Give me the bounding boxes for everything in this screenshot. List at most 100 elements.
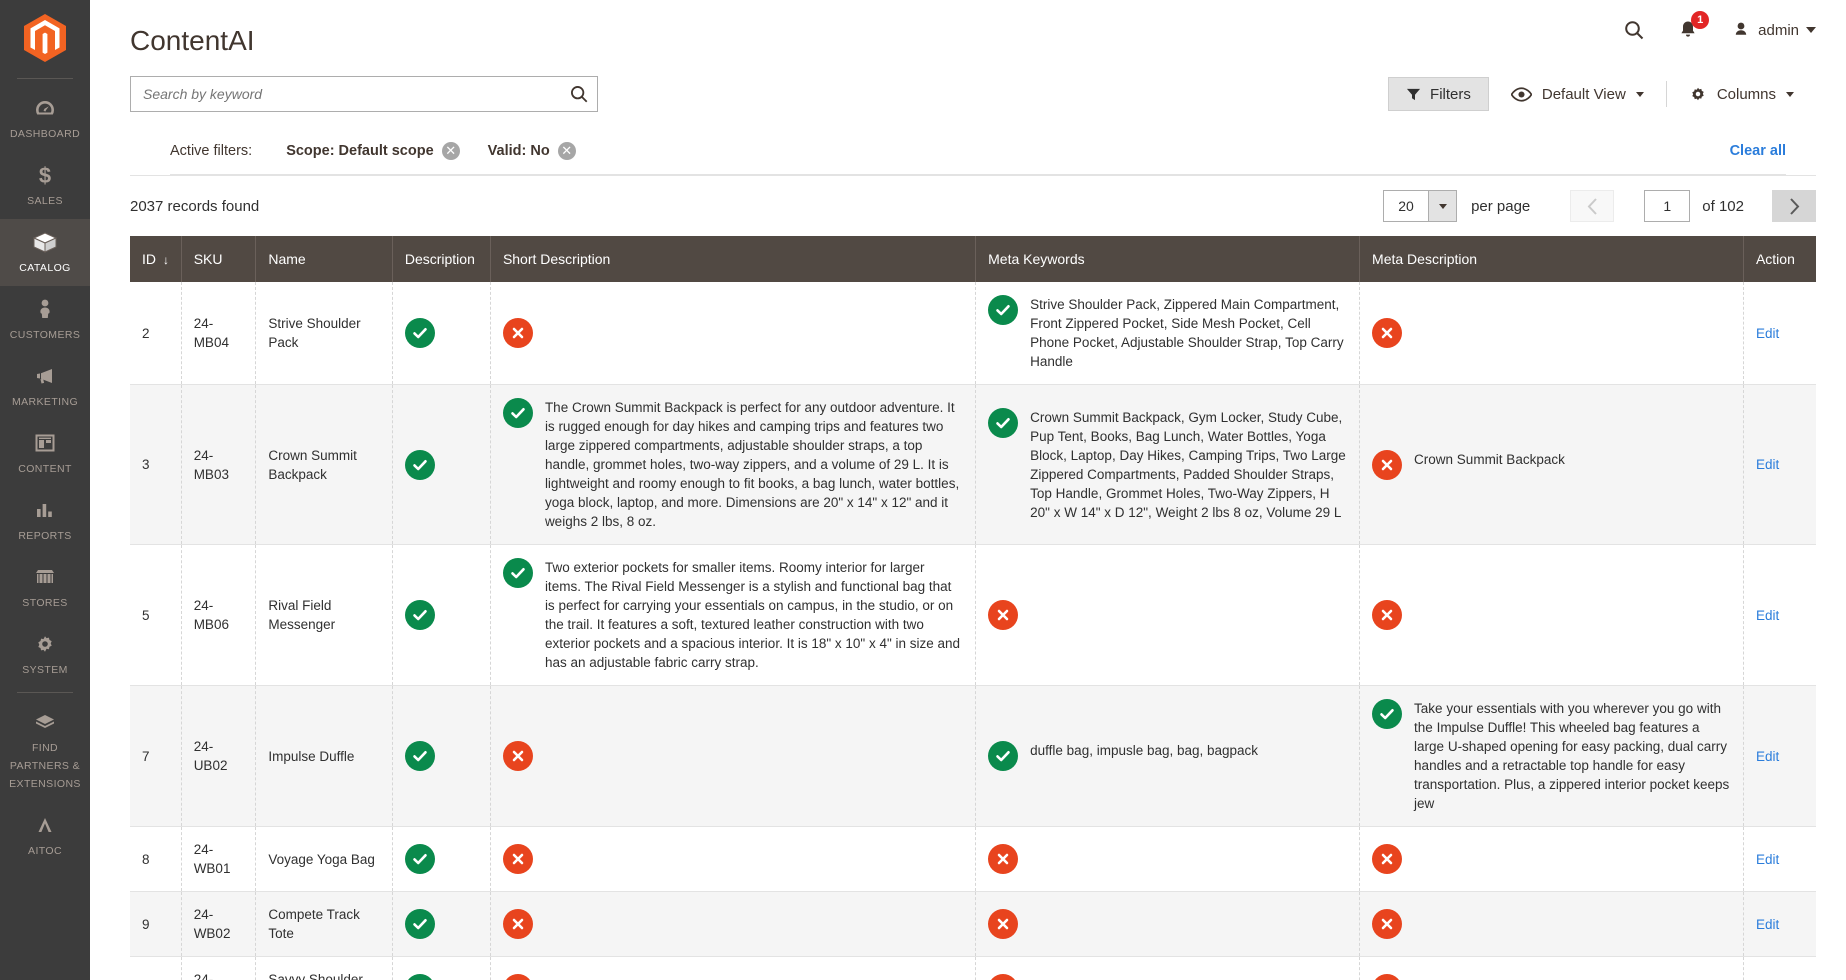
storefront-icon [2,565,88,589]
cell-name: Voyage Yoga Bag [256,827,393,892]
per-page-select[interactable]: 20 [1383,190,1457,222]
table-row: 1024-WB05Savvy Shoulder ToteEdit [130,957,1816,980]
cell-sku: 24-WB01 [181,827,256,892]
status-invalid-icon [503,318,533,348]
cell-meta-keywords: duffle bag, impusle bag, bag, bagpack [976,686,1360,827]
filters-button[interactable]: Filters [1388,77,1489,111]
active-filters-bar: Active filters: Scope: Default scope ✕ V… [170,126,1786,175]
status-invalid-icon [1372,600,1402,630]
cell-sku: 24-UB02 [181,686,256,827]
chevron-down-icon [1636,92,1644,97]
cell-description-status [392,385,490,545]
table-row: 324-MB03Crown Summit BackpackThe Crown S… [130,385,1816,545]
status-valid-icon [405,450,435,480]
status-valid-icon [405,600,435,630]
records-found-count: 2037 records found [130,198,259,215]
cell-name: Crown Summit Backpack [256,385,393,545]
sidebar-item-reports[interactable]: REPORTS [0,487,90,554]
keyword-search [130,76,598,112]
sidebar-item-system[interactable]: SYSTEM [0,621,90,688]
column-header-meta-description[interactable]: Meta Description [1360,236,1744,282]
column-header-meta-keywords[interactable]: Meta Keywords [976,236,1360,282]
clear-all-filters-link[interactable]: Clear all [1730,143,1786,159]
cell-short-description [490,282,975,385]
cell-meta-description [1360,957,1744,980]
column-header-short-description[interactable]: Short Description [490,236,975,282]
edit-link[interactable]: Edit [1756,326,1779,341]
sidebar-item-customers[interactable]: CUSTOMERS [0,286,90,353]
search-input[interactable] [130,76,598,112]
puzzle-icon [2,710,88,734]
sidebar-item-stores[interactable]: STORES [0,554,90,621]
sidebar-item-catalog[interactable]: CATALOG [0,219,90,286]
table-head: ID↓ SKU Name Description Short Descripti… [130,236,1816,282]
close-icon[interactable]: ✕ [558,142,576,160]
admin-user-name: admin [1758,22,1799,39]
total-pages-label: of 102 [1702,198,1744,215]
default-view-label: Default View [1542,86,1626,103]
bar-chart-icon [2,498,88,522]
cell-short-description [490,892,975,957]
eye-icon [1511,87,1532,102]
edit-link[interactable]: Edit [1756,917,1779,932]
status-invalid-icon [503,844,533,874]
grid-toolbar: Filters Default View Columns [90,58,1846,112]
column-header-name[interactable]: Name [256,236,393,282]
status-invalid-icon [988,600,1018,630]
cell-description-status [392,545,490,686]
cell-meta-description [1360,282,1744,385]
active-filter-text: Valid: No [488,143,550,159]
edit-link[interactable]: Edit [1756,749,1779,764]
columns-selector[interactable]: Columns [1667,85,1816,103]
sidebar-item-sales[interactable]: $ SALES [0,152,90,219]
notifications-bell-icon[interactable]: 1 [1661,19,1715,41]
status-invalid-icon [988,974,1018,980]
status-valid-icon [1372,699,1402,729]
status-valid-icon [988,741,1018,771]
column-header-id[interactable]: ID↓ [130,236,181,282]
magento-logo[interactable] [20,10,70,66]
sidebar-item-dashboard[interactable]: DASHBOARD [0,85,90,152]
cell-name: Strive Shoulder Pack [256,282,393,385]
cell-name: Impulse Duffle [256,686,393,827]
box-icon [2,230,88,254]
admin-user-menu[interactable]: admin [1715,20,1816,40]
default-view-selector[interactable]: Default View [1489,86,1666,103]
global-search-icon[interactable] [1607,19,1661,41]
current-page-input[interactable] [1644,190,1690,222]
toolbar-right-controls: Filters Default View Columns [1388,77,1816,111]
chevron-left-icon [1587,198,1598,215]
next-page-button[interactable] [1772,190,1816,222]
cell-text: Crown Summit Backpack [1414,450,1731,469]
close-icon[interactable]: ✕ [442,142,460,160]
contentai-grid: ID↓ SKU Name Description Short Descripti… [130,236,1816,980]
cell-meta-description [1360,827,1744,892]
edit-link[interactable]: Edit [1756,608,1779,623]
sidebar-item-label: MARKETING [12,396,78,408]
sidebar-item-content[interactable]: CONTENT [0,420,90,487]
column-header-sku[interactable]: SKU [181,236,256,282]
cell-description-status [392,892,490,957]
sidebar-item-marketing[interactable]: MARKETING [0,353,90,420]
sidebar-item-label: SYSTEM [22,664,68,676]
status-invalid-icon [1372,909,1402,939]
cell-meta-keywords [976,957,1360,980]
pagination-controls: 20 per page of 102 [1383,190,1816,222]
cell-sku: 24-WB05 [181,957,256,980]
chevron-down-icon [1786,92,1794,97]
chevron-down-icon[interactable] [1428,191,1456,221]
edit-link[interactable]: Edit [1756,852,1779,867]
previous-page-button[interactable] [1570,190,1614,222]
cell-short-description: The Crown Summit Backpack is perfect for… [490,385,975,545]
edit-link[interactable]: Edit [1756,457,1779,472]
cell-meta-description: Crown Summit Backpack [1360,385,1744,545]
gear-icon [1689,85,1707,103]
search-submit-button[interactable] [564,80,594,108]
sidebar-item-aitoc[interactable]: AITOC [0,802,90,869]
cell-id: 10 [130,957,181,980]
table-row: 924-WB02Compete Track ToteEdit [130,892,1816,957]
column-header-description[interactable]: Description [392,236,490,282]
cell-sku: 24-MB06 [181,545,256,686]
sidebar-item-find-partners-extensions[interactable]: FIND PARTNERS & EXTENSIONS [0,699,90,802]
cell-meta-description: Take your essentials with you wherever y… [1360,686,1744,827]
